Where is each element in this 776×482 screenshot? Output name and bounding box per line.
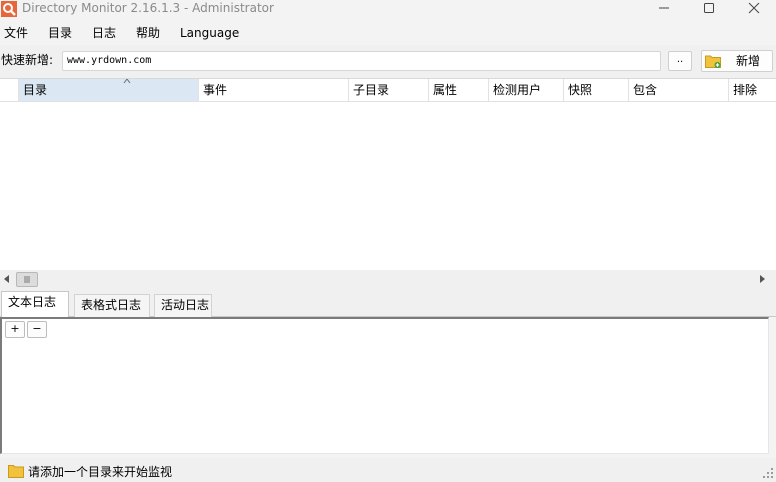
folder-icon bbox=[8, 465, 24, 478]
grid-body[interactable] bbox=[0, 102, 776, 268]
browse-button[interactable]: .. bbox=[668, 51, 692, 71]
menu-bar: 文件 目录 日志 帮助 Language bbox=[0, 22, 776, 45]
scroll-left-icon[interactable] bbox=[3, 274, 11, 284]
log-tabs: 文本日志 表格式日志 活动日志 bbox=[0, 290, 776, 318]
app-logo-icon bbox=[1, 1, 17, 17]
status-bar: 请添加一个目录来开始监视 bbox=[0, 458, 776, 482]
tab-text-log[interactable]: 文本日志 bbox=[1, 291, 69, 318]
add-button[interactable]: 新增 bbox=[701, 50, 773, 72]
menu-directory[interactable]: 目录 bbox=[48, 26, 72, 41]
minimize-button[interactable] bbox=[641, 0, 687, 22]
maximize-button[interactable] bbox=[686, 0, 732, 22]
close-icon bbox=[748, 2, 760, 14]
grid-header: 目录 事件 子目录 属性 检测用户 快照 包含 排除 bbox=[0, 79, 776, 102]
directory-grid: 目录 事件 子目录 属性 检测用户 快照 包含 排除 bbox=[0, 78, 776, 290]
menu-help[interactable]: 帮助 bbox=[136, 26, 160, 41]
quick-add-input[interactable]: www.yrdown.com bbox=[62, 51, 661, 71]
quick-add-bar: 快速新增: www.yrdown.com .. 新增 bbox=[0, 45, 776, 78]
minimize-icon bbox=[659, 7, 669, 9]
add-button-label: 新增 bbox=[736, 54, 761, 68]
column-directory[interactable]: 目录 bbox=[19, 79, 199, 101]
add-folder-icon bbox=[705, 55, 721, 68]
grip-lines-icon bbox=[24, 276, 30, 283]
column-subdirectory[interactable]: 子目录 bbox=[349, 79, 429, 101]
status-text: 请添加一个目录来开始监视 bbox=[28, 465, 173, 479]
expand-button[interactable]: + bbox=[5, 321, 25, 338]
menu-language[interactable]: Language bbox=[180, 26, 239, 41]
horizontal-scrollbar[interactable] bbox=[0, 270, 776, 290]
quick-add-label: 快速新增: bbox=[1, 53, 54, 67]
tab-table-log[interactable]: 表格式日志 bbox=[74, 294, 150, 317]
resize-grip-icon[interactable] bbox=[762, 467, 774, 479]
scrollbar-thumb[interactable] bbox=[16, 272, 38, 287]
column-attributes[interactable]: 属性 bbox=[429, 79, 489, 101]
log-panel[interactable]: + − bbox=[0, 317, 769, 454]
column-include[interactable]: 包含 bbox=[629, 79, 729, 101]
column-detect-user[interactable]: 检测用户 bbox=[489, 79, 564, 101]
collapse-button[interactable]: − bbox=[27, 321, 47, 338]
row-indicator-header bbox=[0, 79, 19, 101]
title-bar: Directory Monitor 2.16.1.3 - Administrat… bbox=[0, 0, 776, 22]
column-exclude[interactable]: 排除 bbox=[729, 79, 776, 101]
menu-log[interactable]: 日志 bbox=[92, 26, 116, 41]
sort-ascending-icon bbox=[123, 79, 131, 84]
column-directory-label: 目录 bbox=[23, 83, 48, 97]
menu-file[interactable]: 文件 bbox=[4, 26, 28, 41]
window-title: Directory Monitor 2.16.1.3 - Administrat… bbox=[22, 1, 274, 15]
close-button[interactable] bbox=[731, 0, 776, 22]
maximize-icon bbox=[704, 3, 714, 13]
column-snapshot[interactable]: 快照 bbox=[564, 79, 629, 101]
scroll-right-icon[interactable] bbox=[758, 274, 766, 284]
column-event[interactable]: 事件 bbox=[199, 79, 349, 101]
tab-activity-log[interactable]: 活动日志 bbox=[154, 294, 212, 317]
